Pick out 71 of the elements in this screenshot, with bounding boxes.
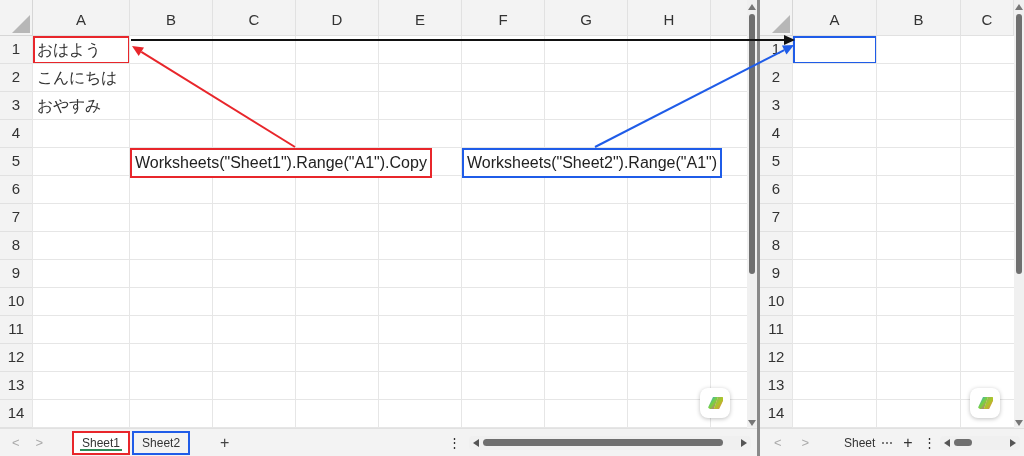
scroll-down-icon[interactable] bbox=[748, 420, 756, 426]
add-sheet-button[interactable]: + bbox=[903, 430, 913, 455]
scrollbar-thumb[interactable] bbox=[483, 439, 723, 446]
row-header[interactable]: 3 bbox=[0, 92, 33, 120]
row-header[interactable]: 6 bbox=[0, 176, 33, 204]
row-header[interactable]: 12 bbox=[0, 344, 33, 372]
scroll-right-icon[interactable] bbox=[741, 438, 747, 447]
scroll-up-icon[interactable] bbox=[1015, 4, 1023, 10]
scroll-left-icon[interactable] bbox=[943, 438, 950, 447]
more-options-button[interactable]: ⋮ bbox=[922, 432, 936, 453]
code-label: Worksheets("Sheet1").Range("A1").Copy bbox=[130, 148, 432, 178]
row-header[interactable]: 10 bbox=[0, 288, 33, 316]
row-header[interactable]: 1 bbox=[0, 36, 33, 64]
code-label: Worksheets("Sheet2").Range("A1") bbox=[462, 148, 723, 178]
column-header[interactable]: B bbox=[877, 0, 961, 36]
sheet-list-button[interactable]: ⋯ bbox=[881, 433, 894, 452]
row-header[interactable]: 12 bbox=[760, 344, 793, 372]
row-header[interactable]: 3 bbox=[760, 92, 793, 120]
scrollbar-thumb[interactable] bbox=[1016, 14, 1022, 274]
copilot-button[interactable] bbox=[970, 388, 1000, 418]
table-cell[interactable]: こんにちは bbox=[33, 64, 130, 92]
row-header[interactable]: 11 bbox=[0, 316, 33, 344]
row-header[interactable]: 8 bbox=[760, 232, 793, 260]
column-header[interactable]: F bbox=[462, 0, 545, 36]
copilot-button[interactable] bbox=[700, 388, 730, 418]
sheet-tab[interactable]: Sheet1 bbox=[72, 430, 131, 455]
column-header[interactable]: D bbox=[296, 0, 379, 36]
column-header[interactable]: G bbox=[545, 0, 628, 36]
scroll-right-icon[interactable] bbox=[1009, 438, 1016, 447]
row-header[interactable]: 4 bbox=[0, 120, 33, 148]
cell-text: おはよう bbox=[37, 40, 101, 60]
scroll-down-icon[interactable] bbox=[1015, 420, 1023, 426]
row-header[interactable]: 8 bbox=[0, 232, 33, 260]
row-header[interactable]: 13 bbox=[0, 372, 33, 400]
copilot-icon bbox=[707, 395, 723, 411]
row-header[interactable]: 7 bbox=[760, 204, 793, 232]
column-header[interactable]: E bbox=[379, 0, 462, 36]
sheet-tab[interactable]: Sheet bbox=[840, 430, 880, 455]
sheet-tab[interactable]: Sheet2 bbox=[132, 430, 191, 455]
table-cell[interactable]: おやすみ bbox=[33, 92, 130, 120]
row-header[interactable]: 14 bbox=[0, 400, 33, 428]
cell-highlight[interactable]: おはよう bbox=[33, 36, 130, 64]
column-header[interactable]: B bbox=[130, 0, 213, 36]
column-header[interactable]: A bbox=[793, 0, 877, 36]
row-header[interactable]: 5 bbox=[760, 148, 793, 176]
row-header[interactable]: 9 bbox=[0, 260, 33, 288]
row-header[interactable]: 10 bbox=[760, 288, 793, 316]
row-header[interactable]: 4 bbox=[760, 120, 793, 148]
more-options-button[interactable]: ⋮ bbox=[448, 432, 461, 453]
vertical-scrollbar[interactable] bbox=[747, 0, 757, 428]
column-header[interactable]: C bbox=[213, 0, 296, 36]
row-header[interactable]: 7 bbox=[0, 204, 33, 232]
column-header[interactable]: H bbox=[628, 0, 711, 36]
copilot-icon bbox=[977, 395, 993, 411]
row-header[interactable]: 2 bbox=[760, 64, 793, 92]
row-header[interactable]: 13 bbox=[760, 372, 793, 400]
row-header[interactable]: 11 bbox=[760, 316, 793, 344]
scrollbar-thumb[interactable] bbox=[749, 14, 755, 274]
row-header[interactable]: 6 bbox=[760, 176, 793, 204]
vertical-scrollbar[interactable] bbox=[1014, 0, 1024, 428]
row-header[interactable]: 2 bbox=[0, 64, 33, 92]
row-header[interactable]: 5 bbox=[0, 148, 33, 176]
column-header[interactable]: A bbox=[33, 0, 130, 36]
row-header[interactable]: 14 bbox=[760, 400, 793, 428]
scroll-up-icon[interactable] bbox=[748, 4, 756, 10]
scrollbar-thumb[interactable] bbox=[953, 439, 972, 446]
cell-highlight[interactable] bbox=[793, 36, 877, 64]
scroll-left-icon[interactable] bbox=[473, 438, 479, 447]
row-header[interactable]: 9 bbox=[760, 260, 793, 288]
column-header[interactable]: C bbox=[961, 0, 1014, 36]
add-sheet-button[interactable]: + bbox=[220, 430, 230, 455]
